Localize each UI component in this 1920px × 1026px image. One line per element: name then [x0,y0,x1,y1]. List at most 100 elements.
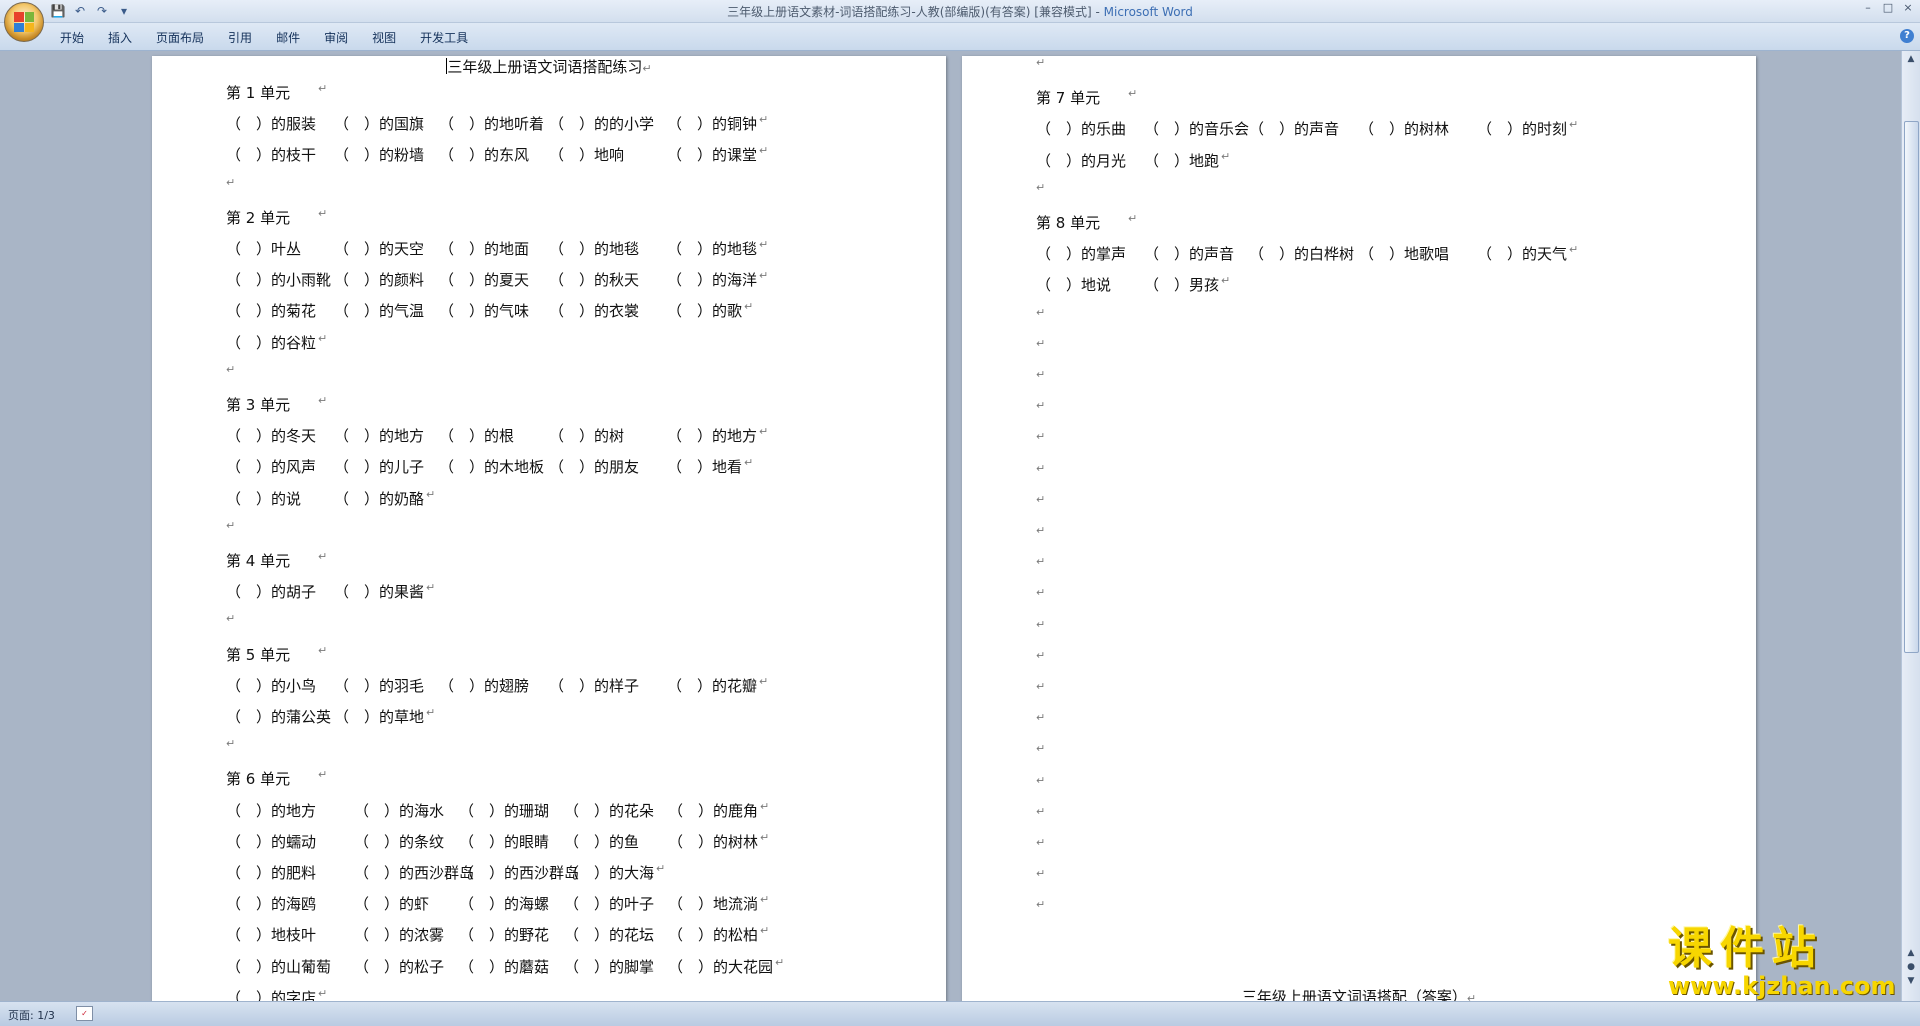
paragraph-mark: ↵ [318,768,328,782]
phrase-blank: （ ）的树 [549,427,625,446]
paragraph-mark: ↵ [426,487,436,501]
paragraph-mark: ↵ [1036,680,1046,693]
paragraph-mark: ↵ [759,144,769,158]
tab-2[interactable]: 页面布局 [146,29,218,46]
ribbon-tabs: 开始 插入 页面布局 引用 邮件 审阅 视图 开发工具 [50,29,482,46]
unit-heading: 第 2 单元 [226,208,291,227]
paragraph-mark: ↵ [1036,56,1046,69]
answer-section-title-text: 三年级上册语文词语搭配（答案） [1241,988,1467,1001]
proofing-status-icon[interactable]: ✓ [76,1006,93,1021]
paragraph-mark: ↵ [1036,524,1046,537]
unit-heading: 第 8 单元 [1036,214,1101,232]
phrase-blank: （ ）的鹿角 [668,801,759,820]
phrase-blank: （ ）的地方 [334,427,425,446]
unit-heading: 第 5 单元 [226,645,291,664]
phrase-blank: （ ）的地方 [226,801,317,820]
browse-object-icon[interactable]: ● [1905,961,1917,973]
tab-5[interactable]: 审阅 [314,29,362,46]
paragraph-mark: ↵ [642,62,652,75]
phrase-blank: （ ）的树林 [1359,120,1450,139]
office-button[interactable] [4,2,44,42]
phrase-blank: （ ）的铜钟 [667,115,758,134]
help-icon[interactable]: ? [1900,29,1914,43]
unit-heading: 第 6 单元 [226,770,291,789]
tab-7[interactable]: 开发工具 [410,29,482,46]
paragraph-mark: ↵ [1036,898,1046,912]
maximize-button[interactable]: □ [1880,1,1896,14]
phrase-blank: （ ）地看 [667,458,743,477]
paragraph-mark: ↵ [318,206,328,220]
close-button[interactable]: × [1900,1,1916,14]
phrase-blank: （ ）的菊花 [226,302,317,321]
phrase-blank: （ ）的天空 [334,240,425,258]
document-title: 三年级上册语文词语搭配练习↵ [152,56,946,77]
unit-heading: 第 1 单元 [226,84,291,102]
unit-heading: 第 4 单元 [226,552,291,570]
tab-4[interactable]: 邮件 [266,29,314,46]
phrase-blank: （ ）的课堂 [667,146,758,165]
vertical-scrollbar[interactable]: ▲ ▲ ● ▼ [1901,51,1920,1001]
ribbon: 开始 插入 页面布局 引用 邮件 审阅 视图 开发工具 ? [0,23,1920,51]
paragraph-mark: ↵ [759,113,769,127]
phrase-blank: （ ）地响 [549,146,625,165]
paragraph-mark: ↵ [1569,118,1579,132]
phrase-blank: （ ）的朋友 [549,458,640,477]
phrase-blank: （ ）的地毯 [549,240,640,258]
phrase-blank: （ ）的声音 [1144,245,1235,264]
phrase-blank: （ ）的谷粒 [226,333,317,352]
phrase-blank: （ ）地歌唱 [1359,245,1450,264]
paragraph-mark: ↵ [1036,617,1046,631]
document-name: 三年级上册语文素材-词语搭配练习-人教(部编版)(有答案) [兼容模式] - [727,5,1104,19]
phrase-blank: （ ）叶丛 [226,240,302,258]
phrase-blank: （ ）的风声 [226,458,317,477]
phrase-blank: （ ）的白桦树 [1249,245,1355,264]
paragraph-mark: ↵ [1036,430,1046,444]
tab-6[interactable]: 视图 [362,29,410,46]
phrase-blank: （ ）的月光 [1036,151,1127,170]
paragraph-mark: ↵ [1036,399,1046,413]
phrase-blank: （ ）的花朵 [564,801,655,820]
phrase-blank: （ ）的奶酪 [334,489,425,508]
page-1[interactable]: 三年级上册语文词语搭配练习↵ 第 1 单元 ↵ （ ）的服装（ ）的国旗（ ）的地听… [152,56,946,1001]
paragraph-mark: ↵ [226,612,236,626]
phrase-blank: （ ）的木地板 [439,458,545,477]
phrase-blank: （ ）的虾 [354,895,430,914]
document-title-text: 三年级上册语文词语搭配练习 [447,58,643,76]
paragraph-mark: ↵ [744,300,754,314]
phrase-blank: （ ）的说 [226,489,302,508]
tab-1[interactable]: 插入 [98,29,146,46]
paragraph-mark: ↵ [759,674,769,688]
phrase-blank: （ ）的地面 [439,240,530,258]
paragraph-mark: ↵ [1036,836,1046,849]
page-2[interactable]: 三年级上册语文词语搭配（答案）↵ ↵ 第 7 单元 ↵ （ ）的乐曲（ ）的音乐会（ … [962,56,1756,1001]
scroll-up-icon[interactable]: ▲ [1905,53,1917,65]
phrase-blank: （ ）的颜料 [334,271,425,290]
status-bar: 页面: 1/3 ✓ [0,1001,1920,1026]
phrase-blank: （ ）的衣裳 [549,302,640,321]
minimize-button[interactable]: – [1860,1,1876,14]
phrase-blank: （ ）的条纹 [354,832,445,851]
phrase-blank: （ ）的音乐会 [1144,120,1250,139]
paragraph-mark: ↵ [760,893,770,907]
paragraph-mark: ↵ [226,175,236,189]
phrase-blank: （ ）的树林 [668,832,759,851]
tab-0[interactable]: 开始 [50,29,98,46]
phrase-blank: （ ）的夏天 [439,271,530,290]
phrase-blank: （ ）的海洋 [667,271,758,290]
phrase-blank: （ ）地枝叶 [226,926,317,945]
phrase-blank: （ ）的地方 [667,427,758,446]
paragraph-mark: ↵ [1221,149,1231,163]
phrase-blank: （ ）的天气 [1477,245,1568,264]
tab-3[interactable]: 引用 [218,29,266,46]
phrase-blank: （ ）的羽毛 [334,676,425,695]
title-bar: 💾 ↶ ↷ ▾ 三年级上册语文素材-词语搭配练习-人教(部编版)(有答案) [兼… [0,0,1920,23]
paragraph-mark: ↵ [1036,555,1046,569]
paragraph-mark: ↵ [1036,336,1046,350]
scrollbar-thumb[interactable] [1904,121,1919,653]
phrase-blank: （ ）的翅膀 [439,676,530,695]
page-count-status[interactable]: 页面: 1/3 [8,1007,55,1023]
paragraph-mark: ↵ [759,269,769,283]
previous-page-icon[interactable]: ▲ [1905,947,1917,959]
next-page-icon[interactable]: ▼ [1905,975,1917,987]
phrase-blank: （ ）的草地 [334,708,425,726]
